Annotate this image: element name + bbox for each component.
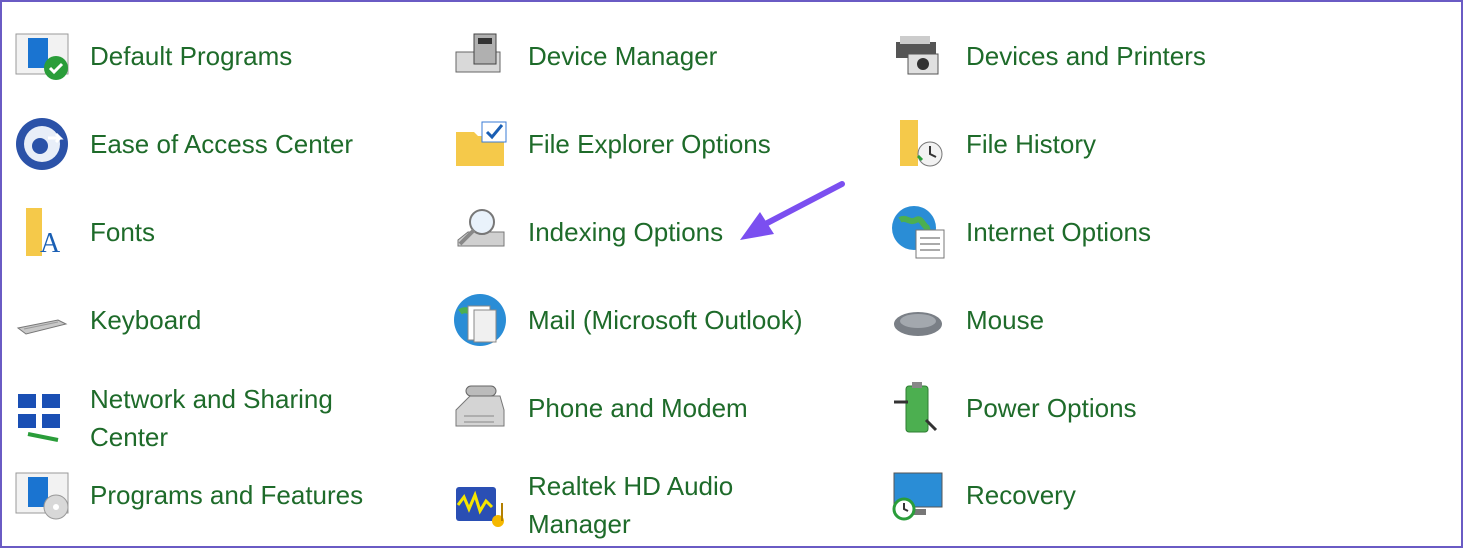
indexing-options-icon — [452, 204, 508, 260]
item-power-options[interactable]: Power Options — [890, 380, 1137, 436]
item-label: Realtek HD Audio Manager — [528, 471, 734, 539]
item-file-explorer-options[interactable]: File Explorer Options — [452, 116, 771, 172]
item-mail[interactable]: Mail (Microsoft Outlook) — [452, 292, 803, 348]
mouse-icon — [890, 292, 946, 348]
keyboard-icon — [14, 292, 70, 348]
internet-options-icon — [890, 204, 946, 260]
item-label: Recovery — [966, 480, 1076, 510]
file-history-icon — [890, 116, 946, 172]
item-device-manager[interactable]: Device Manager — [452, 28, 717, 84]
item-label: Default Programs — [90, 41, 293, 71]
item-label: Mail (Microsoft Outlook) — [528, 305, 803, 335]
item-label: Fonts — [90, 217, 156, 247]
item-label: Keyboard — [90, 305, 202, 335]
mail-icon — [452, 292, 508, 348]
item-realtek-audio[interactable]: Realtek HD Audio Manager — [452, 467, 768, 543]
devices-printers-icon — [890, 28, 946, 84]
item-label: Device Manager — [528, 41, 718, 71]
device-manager-icon — [452, 28, 508, 84]
item-ease-of-access[interactable]: Ease of Access Center — [14, 116, 353, 172]
item-label: Phone and Modem — [528, 393, 748, 423]
annotation-arrow — [740, 181, 845, 240]
svg-text:A: A — [40, 228, 61, 259]
item-mouse[interactable]: Mouse — [890, 292, 1044, 348]
programs-features-icon — [14, 467, 70, 523]
item-internet-options[interactable]: Internet Options — [890, 204, 1151, 260]
item-keyboard[interactable]: Keyboard — [14, 292, 201, 348]
ease-of-access-icon — [14, 116, 70, 172]
item-label: Power Options — [966, 393, 1137, 423]
item-label: Devices and Printers — [966, 41, 1206, 71]
item-label: Network and Sharing Center — [90, 384, 333, 452]
item-label: Ease of Access Center — [90, 129, 354, 159]
item-phone-modem[interactable]: Phone and Modem — [452, 380, 748, 436]
item-label: Programs and Features — [90, 480, 364, 510]
item-network-sharing[interactable]: Network and Sharing Center — [14, 380, 390, 456]
network-sharing-icon — [14, 390, 70, 446]
item-label: File History — [966, 129, 1097, 159]
item-label: Indexing Options — [528, 217, 724, 247]
file-explorer-options-icon — [452, 116, 508, 172]
item-file-history[interactable]: File History — [890, 116, 1096, 172]
item-label: File Explorer Options — [528, 129, 771, 159]
control-panel-window: Default Programs Device Manager Devices … — [0, 0, 1463, 548]
item-indexing-options[interactable]: Indexing Options — [452, 204, 723, 260]
fonts-icon: A — [14, 204, 70, 260]
item-devices-printers[interactable]: Devices and Printers — [890, 28, 1206, 84]
default-programs-icon — [14, 28, 70, 84]
item-label: Mouse — [966, 305, 1045, 335]
item-label: Internet Options — [966, 217, 1151, 247]
recovery-icon — [890, 467, 946, 523]
item-fonts[interactable]: A Fonts — [14, 204, 155, 260]
power-options-icon — [890, 380, 946, 436]
item-recovery[interactable]: Recovery — [890, 467, 1076, 523]
phone-modem-icon — [452, 380, 508, 436]
item-default-programs[interactable]: Default Programs — [14, 28, 292, 84]
item-programs-features[interactable]: Programs and Features — [14, 467, 363, 523]
realtek-audio-icon — [452, 477, 508, 533]
